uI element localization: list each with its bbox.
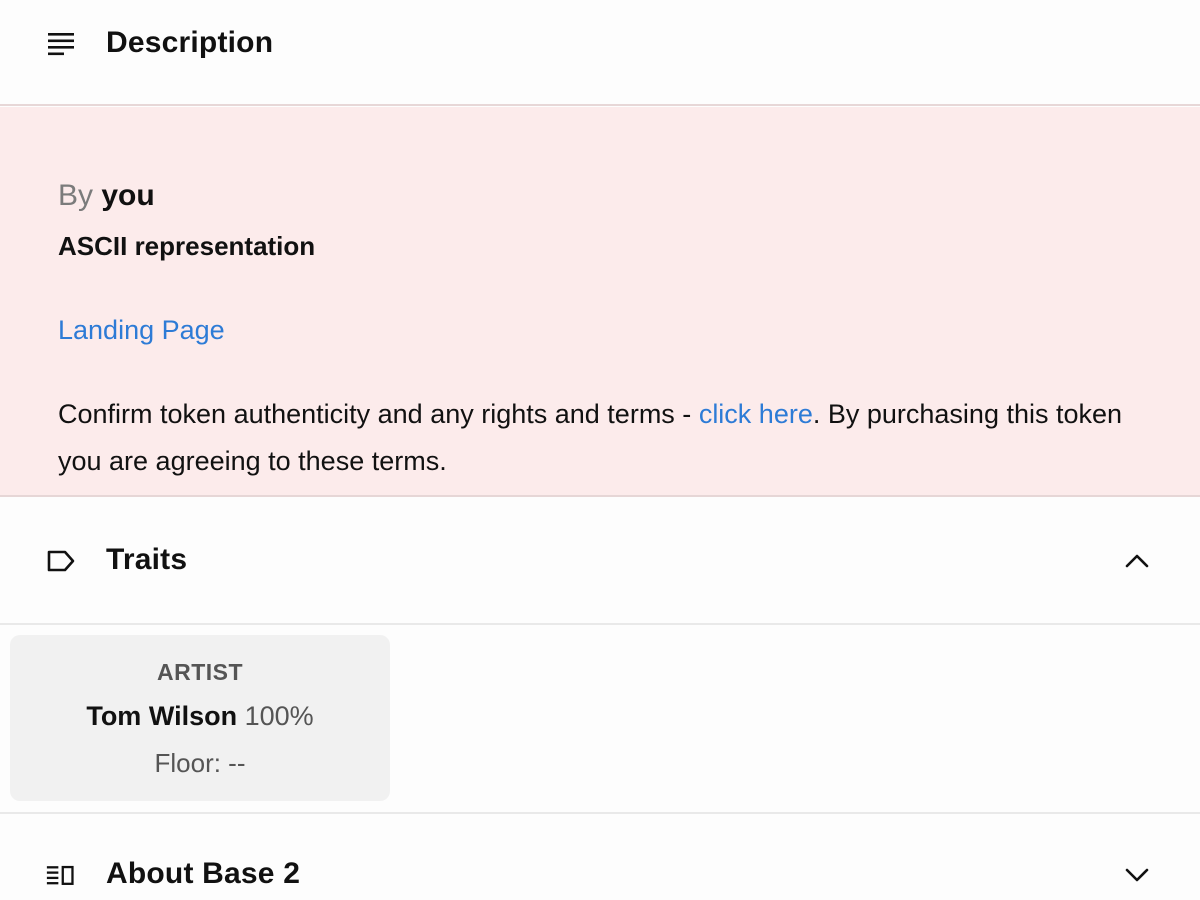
chevron-up-icon[interactable] xyxy=(1122,546,1152,576)
description-body: By you ASCII representation Landing Page… xyxy=(0,107,1200,497)
description-section-header[interactable]: Description xyxy=(0,0,1200,106)
nft-detail-panel: Description By you ASCII representation … xyxy=(0,0,1200,900)
terms-text: Confirm token authenticity and any right… xyxy=(58,391,1138,485)
description-lines-icon xyxy=(46,29,76,59)
description-title: Description xyxy=(106,26,274,59)
trait-card[interactable]: ARTIST Tom Wilson 100% Floor: -- xyxy=(10,635,390,801)
trait-percent: 100% xyxy=(244,701,314,731)
trait-value: Tom Wilson xyxy=(86,701,238,731)
click-here-link[interactable]: click here xyxy=(699,399,813,429)
traits-title: Traits xyxy=(106,543,188,576)
trait-floor: Floor: -- xyxy=(154,748,246,778)
about-section-header[interactable]: About Base 2 xyxy=(0,814,1200,900)
creator-line: By you xyxy=(58,179,155,213)
about-title: About Base 2 xyxy=(106,857,301,890)
description-heading: ASCII representation xyxy=(58,231,316,261)
about-list-icon xyxy=(46,860,76,890)
chevron-down-icon[interactable] xyxy=(1122,860,1152,890)
by-prefix: By xyxy=(58,179,94,212)
creator-name[interactable]: you xyxy=(101,179,154,212)
trait-value-line: Tom Wilson 100% xyxy=(10,701,390,732)
landing-page-link[interactable]: Landing Page xyxy=(58,315,225,346)
tag-icon xyxy=(46,546,76,576)
trait-type: ARTIST xyxy=(156,659,244,685)
terms-text-before: Confirm token authenticity and any right… xyxy=(58,399,699,429)
traits-section-header[interactable]: Traits xyxy=(0,499,1200,625)
